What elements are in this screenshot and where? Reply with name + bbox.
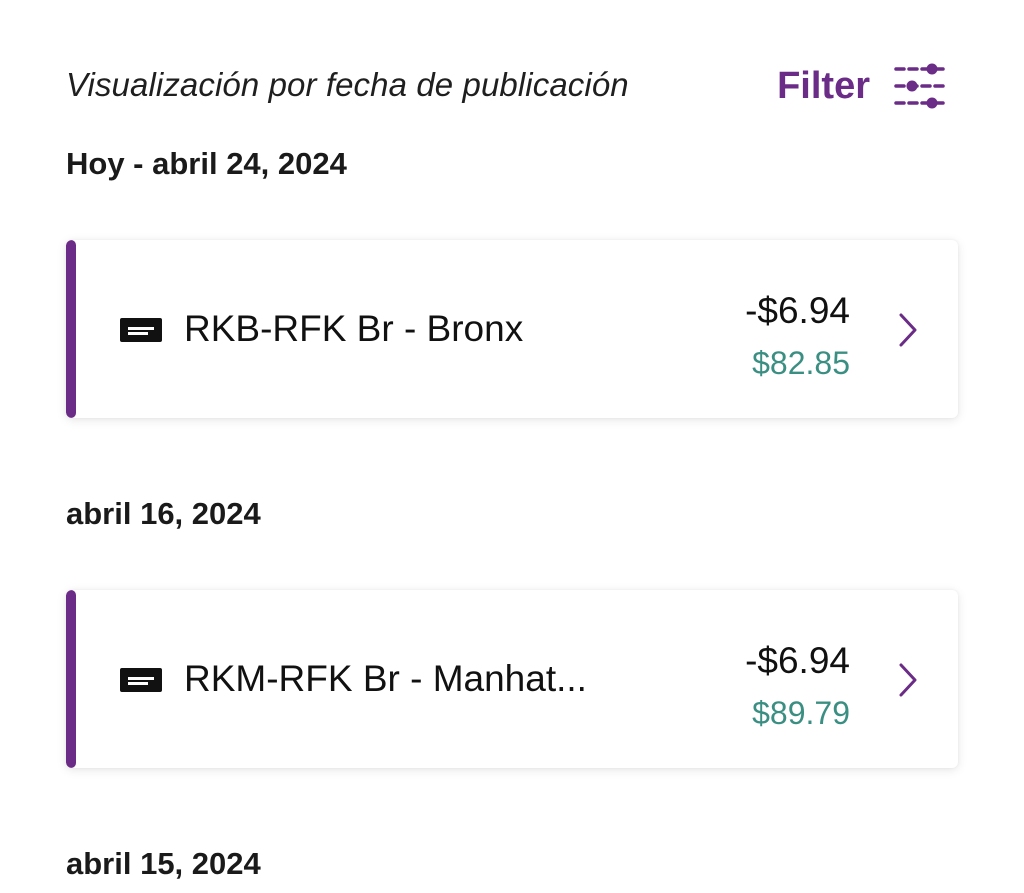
chevron-right-icon <box>899 663 917 697</box>
chevron-right-icon <box>899 313 917 347</box>
date-heading: abril 15, 2024 <box>66 846 261 881</box>
filter-button[interactable]: Filter <box>777 58 950 114</box>
transactions-page: Visualización por fecha de publicación F… <box>0 0 1024 893</box>
sort-mode-label: Visualización por fecha de publicación <box>66 66 629 103</box>
list-header: Visualización por fecha de publicación F… <box>66 58 950 114</box>
tag-label-icon <box>120 668 162 692</box>
date-heading: abril 16, 2024 <box>66 496 261 531</box>
sliders-filter-icon <box>894 63 948 109</box>
transaction-balance: $82.85 <box>752 345 850 381</box>
date-heading: Hoy - abril 24, 2024 <box>66 146 347 181</box>
transaction-title: RKB-RFK Br - Bronx <box>184 308 524 349</box>
card-accent-bar <box>66 590 76 768</box>
transaction-card[interactable]: RKB-RFK Br - Bronx -$6.94 $82.85 <box>66 240 958 418</box>
card-accent-bar <box>66 240 76 418</box>
transaction-amount: -$6.94 <box>745 290 850 331</box>
filter-label: Filter <box>777 64 870 107</box>
transaction-title: RKM-RFK Br - Manhat... <box>184 658 587 699</box>
tag-label-icon <box>120 318 162 342</box>
transaction-balance: $89.79 <box>752 695 850 731</box>
transaction-card[interactable]: RKM-RFK Br - Manhat... -$6.94 $89.79 <box>66 590 958 768</box>
transaction-amount: -$6.94 <box>745 640 850 681</box>
